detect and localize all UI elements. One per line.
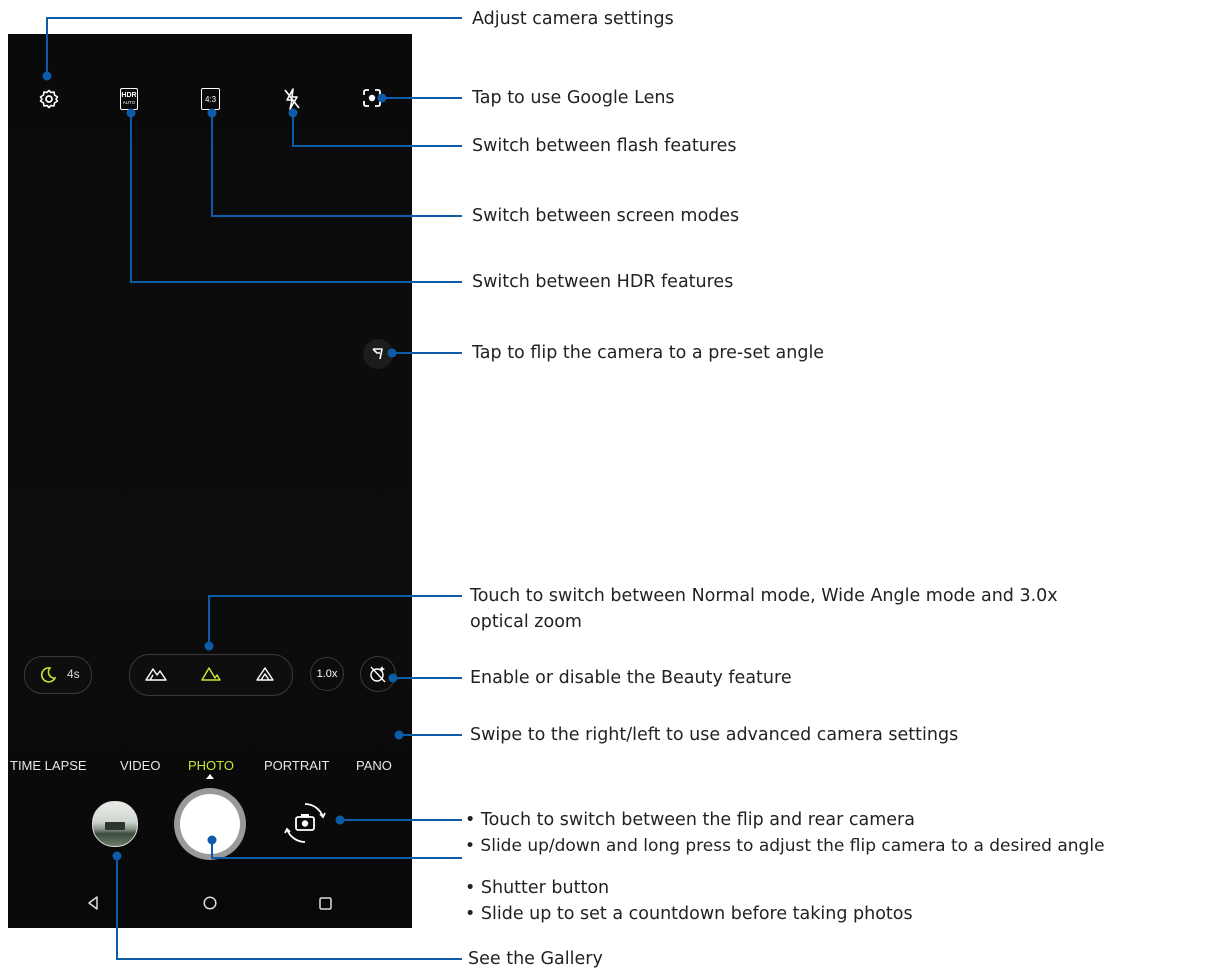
- callout-shutter-line2: • Slide up to set a countdown before tak…: [465, 904, 913, 924]
- callout-gallery: See the Gallery: [468, 949, 603, 969]
- callout-dot-hdr: [126, 108, 136, 118]
- callout-lens-switch-line1: Touch to switch between Normal mode, Wid…: [470, 586, 1058, 606]
- callout-beauty: Enable or disable the Beauty feature: [470, 668, 792, 688]
- callout-dot-settings: [42, 71, 52, 81]
- callout-flip-line2: • Slide up/down and long press to adjust…: [465, 836, 1105, 856]
- callout-line-shutter: [211, 840, 462, 859]
- callout-line-lens-switch: [208, 595, 462, 646]
- callout-hdr: Switch between HDR features: [472, 272, 734, 292]
- callout-shutter-line1: • Shutter button: [465, 878, 610, 898]
- callout-dot-swipe: [394, 730, 404, 740]
- callout-line-flash: [292, 113, 462, 147]
- callout-line-gallery: [116, 856, 462, 960]
- callout-swipe: Swipe to the right/left to use advanced …: [470, 725, 959, 745]
- callout-screen: Switch between screen modes: [472, 206, 740, 226]
- callout-dot-lens-switch: [204, 641, 214, 651]
- callout-dot-flip-angle: [387, 348, 397, 358]
- callout-flip-angle: Tap to flip the camera to a pre-set angl…: [472, 343, 825, 363]
- callout-lens-switch-line2: optical zoom: [470, 612, 582, 632]
- callout-flip-line1: • Touch to switch between the flip and r…: [465, 810, 915, 830]
- callout-settings: Adjust camera settings: [472, 9, 674, 29]
- callout-dot-lens: [377, 93, 387, 103]
- callout-dot-shutter: [207, 835, 217, 845]
- callout-line-hdr: [130, 113, 462, 283]
- callout-lens: Tap to use Google Lens: [472, 88, 675, 108]
- callout-dot-flip: [335, 815, 345, 825]
- callout-flash: Switch between flash features: [472, 136, 737, 156]
- callout-dot-screen: [207, 108, 217, 118]
- callout-line-screen: [211, 113, 462, 217]
- callout-dot-gallery: [112, 851, 122, 861]
- callout-dot-beauty: [388, 673, 398, 683]
- callout-dot-flash: [288, 108, 298, 118]
- callout-line-settings: [46, 17, 462, 76]
